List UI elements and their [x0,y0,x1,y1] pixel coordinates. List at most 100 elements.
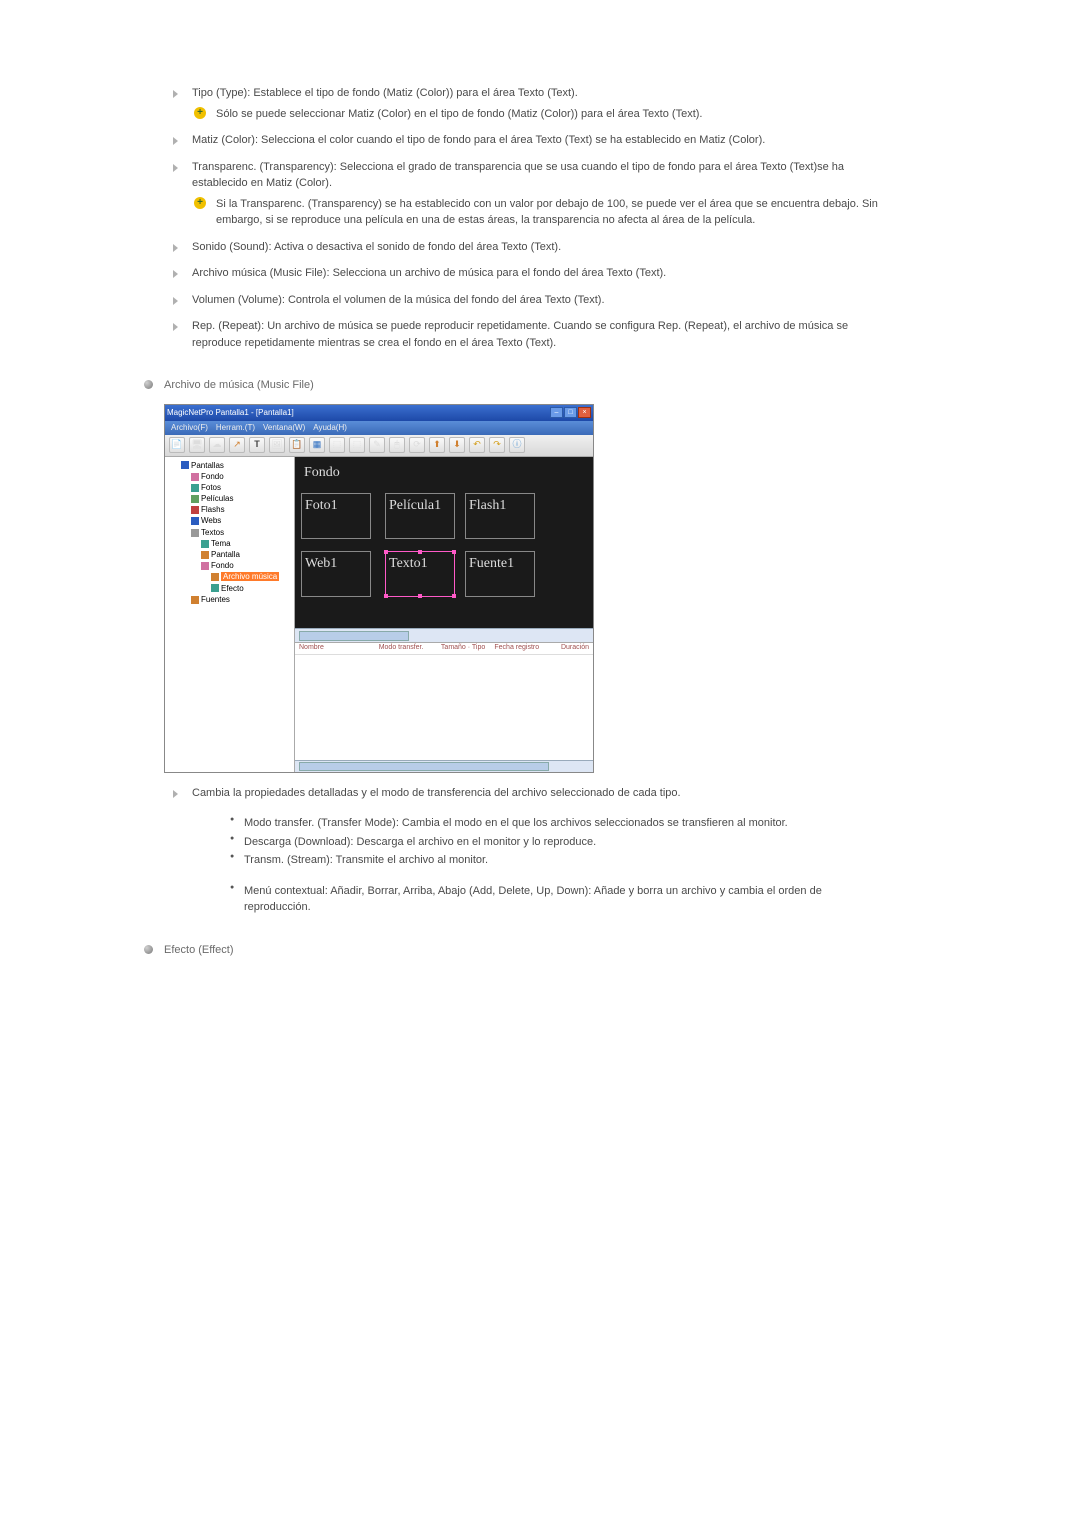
item-tipo: Tipo (Type): Establece el tipo de fondo … [174,85,890,122]
item-sonido: Sonido (Sound): Activa o desactiva el so… [174,239,890,256]
item-transparencia-text: Transparenc. (Transparency): Selecciona … [192,161,844,190]
toolbar-undo-icon[interactable]: ↶ [469,437,485,453]
toolbar-icon[interactable]: 🖥 [189,437,205,453]
item-matiz-text: Matiz (Color): Selecciona el color cuand… [192,134,765,146]
layout-foto1[interactable]: Foto1 [301,493,371,539]
item-archivo-musica: Archivo música (Music File): Selecciona … [174,265,890,282]
tree-item-fondo[interactable]: Fondo [167,471,292,482]
grid-col-modo[interactable]: Modo transfer. [375,643,437,654]
section-music-text: Archivo de música (Music File) [164,379,314,391]
menu-herram[interactable]: Herram.(T) [216,422,255,434]
arrow-icon [172,295,182,305]
grid-col-nombre[interactable]: Nombre [295,643,375,654]
layout-pelicula1[interactable]: Película1 [385,493,455,539]
toolbar-icon[interactable]: ⬇ [449,437,465,453]
toolbar-text-icon[interactable]: T [249,437,265,453]
menu-ayuda[interactable]: Ayuda(H) [313,422,347,434]
toolbar-icon[interactable]: ⟳ [409,437,425,453]
item-transparencia: Transparenc. (Transparency): Selecciona … [174,159,890,229]
tipo-note-text: Sólo se puede seleccionar Matiz (Color) … [216,108,702,120]
layout-fuente1[interactable]: Fuente1 [465,551,535,597]
canvas[interactable]: Fondo Foto1 Película1 Flash1 Web1 Texto1… [295,457,593,628]
property-list: Tipo (Type): Establece el tipo de fondo … [174,85,890,351]
scrollbar-thumb[interactable] [299,762,549,771]
minimize-button[interactable]: – [550,407,563,418]
item-rep-text: Rep. (Repeat): Un archivo de música se p… [192,320,848,349]
toolbar-icon[interactable]: 🖱 [389,437,405,453]
tree-item-fotos[interactable]: Fotos [167,482,292,493]
li-descarga: Descarga (Download): Descarga el archivo… [230,834,890,851]
grid-col-tamano[interactable]: Tamaño · Tipo [437,643,490,654]
menu-ventana[interactable]: Ventana(W) [263,422,305,434]
layout-flash1[interactable]: Flash1 [465,493,535,539]
menubar: Archivo(F) Herram.(T) Ventana(W) Ayuda(H… [165,421,593,435]
tree-panel: Pantallas Fondo Fotos Películas Flashs W… [165,457,295,772]
sphere-icon [144,380,153,389]
plus-icon: + [194,107,206,119]
tree-item-peliculas[interactable]: Películas [167,493,292,504]
grid-col-fecha[interactable]: Fecha registro [490,643,557,654]
toolbar-icon[interactable]: ⓘ [509,437,525,453]
li-modo-transfer: Modo transfer. (Transfer Mode): Cambia e… [230,815,890,832]
sphere-icon [144,945,153,954]
arrow-icon [172,135,182,145]
grid-body[interactable] [295,655,593,760]
toolbar-icon[interactable]: ⬚ [329,437,345,453]
scrollbar-thumb[interactable] [299,631,409,641]
tree-item-fuentes[interactable]: Fuentes [167,594,292,605]
post-shot-caption: Cambia la propiedades detalladas y el mo… [174,785,890,802]
tree-item-fondo2[interactable]: Fondo [167,560,292,571]
main-panel: Fondo Foto1 Película1 Flash1 Web1 Texto1… [295,457,593,772]
menu-archivo[interactable]: Archivo(F) [171,422,208,434]
grid-hscrollbar[interactable] [295,760,593,772]
li-transm: Transm. (Stream): Transmite el archivo a… [230,852,890,869]
grid-col-duracion[interactable]: Duración [557,643,593,654]
toolbar-icon[interactable]: ⬆ [429,437,445,453]
toolbar: 📄 🖥 ☁ ↗ T 🖼 📋 ▦ ⬚ ⬚ ✎ 🖱 ⟳ ⬆ ⬇ ↶ ↷ ⓘ [165,435,593,457]
item-volumen: Volumen (Volume): Controla el volumen de… [174,292,890,309]
context-menu-list: Menú contextual: Añadir, Borrar, Arriba,… [230,883,890,916]
item-sonido-text: Sonido (Sound): Activa o desactiva el so… [192,241,561,253]
window-titlebar: MagicNetPro Pantalla1 - [Pantalla1] – □ … [165,405,593,421]
toolbar-icon[interactable]: 📋 [289,437,305,453]
tree-item-efecto[interactable]: Efecto [167,583,292,594]
transp-note: + Si la Transparenc. (Transparency) se h… [192,196,890,229]
section-effect-text: Efecto (Effect) [164,944,234,956]
layout-web1[interactable]: Web1 [301,551,371,597]
toolbar-icon[interactable]: ▦ [309,437,325,453]
arrow-icon [172,321,182,331]
maximize-button[interactable]: □ [564,407,577,418]
layout-fondo[interactable]: Fondo [301,461,571,483]
arrow-icon [172,162,182,172]
plus-icon: + [194,197,206,209]
item-tipo-text: Tipo (Type): Establece el tipo de fondo … [192,87,578,99]
arrow-icon [172,88,182,98]
section-music-heading: Archivo de música (Music File) [144,377,890,394]
toolbar-icon[interactable]: ⬚ [349,437,365,453]
item-volumen-text: Volumen (Volume): Controla el volumen de… [192,294,605,306]
canvas-hscrollbar[interactable] [295,628,593,642]
tree-item-archivo-musica[interactable]: Archivo música [167,571,292,582]
tipo-note: + Sólo se puede seleccionar Matiz (Color… [192,106,890,123]
tree-item-tema[interactable]: Tema [167,538,292,549]
toolbar-icon[interactable]: ✎ [369,437,385,453]
section-effect-heading: Efecto (Effect) [144,942,890,959]
transp-note-text: Si la Transparenc. (Transparency) se ha … [216,198,878,227]
close-button[interactable]: × [578,407,591,418]
window-title: MagicNetPro Pantalla1 - [Pantalla1] [167,407,294,419]
tree-item-webs[interactable]: Webs [167,515,292,526]
tree-item-flashs[interactable]: Flashs [167,504,292,515]
toolbar-icon[interactable]: ☁ [209,437,225,453]
tree-item-textos[interactable]: Textos [167,527,292,538]
toolbar-icon[interactable]: 📄 [169,437,185,453]
toolbar-icon[interactable]: 🖼 [269,437,285,453]
app-body: Pantallas Fondo Fotos Películas Flashs W… [165,457,593,772]
tree-item-pantalla[interactable]: Pantalla [167,549,292,560]
layout-texto1[interactable]: Texto1 [385,551,455,597]
toolbar-icon[interactable]: ↗ [229,437,245,453]
tree-item-pantallas[interactable]: Pantallas [167,460,292,471]
app-screenshot: MagicNetPro Pantalla1 - [Pantalla1] – □ … [164,404,594,773]
li-menu-contextual: Menú contextual: Añadir, Borrar, Arriba,… [230,883,890,916]
item-archivo-text: Archivo música (Music File): Selecciona … [192,267,666,279]
toolbar-redo-icon[interactable]: ↷ [489,437,505,453]
